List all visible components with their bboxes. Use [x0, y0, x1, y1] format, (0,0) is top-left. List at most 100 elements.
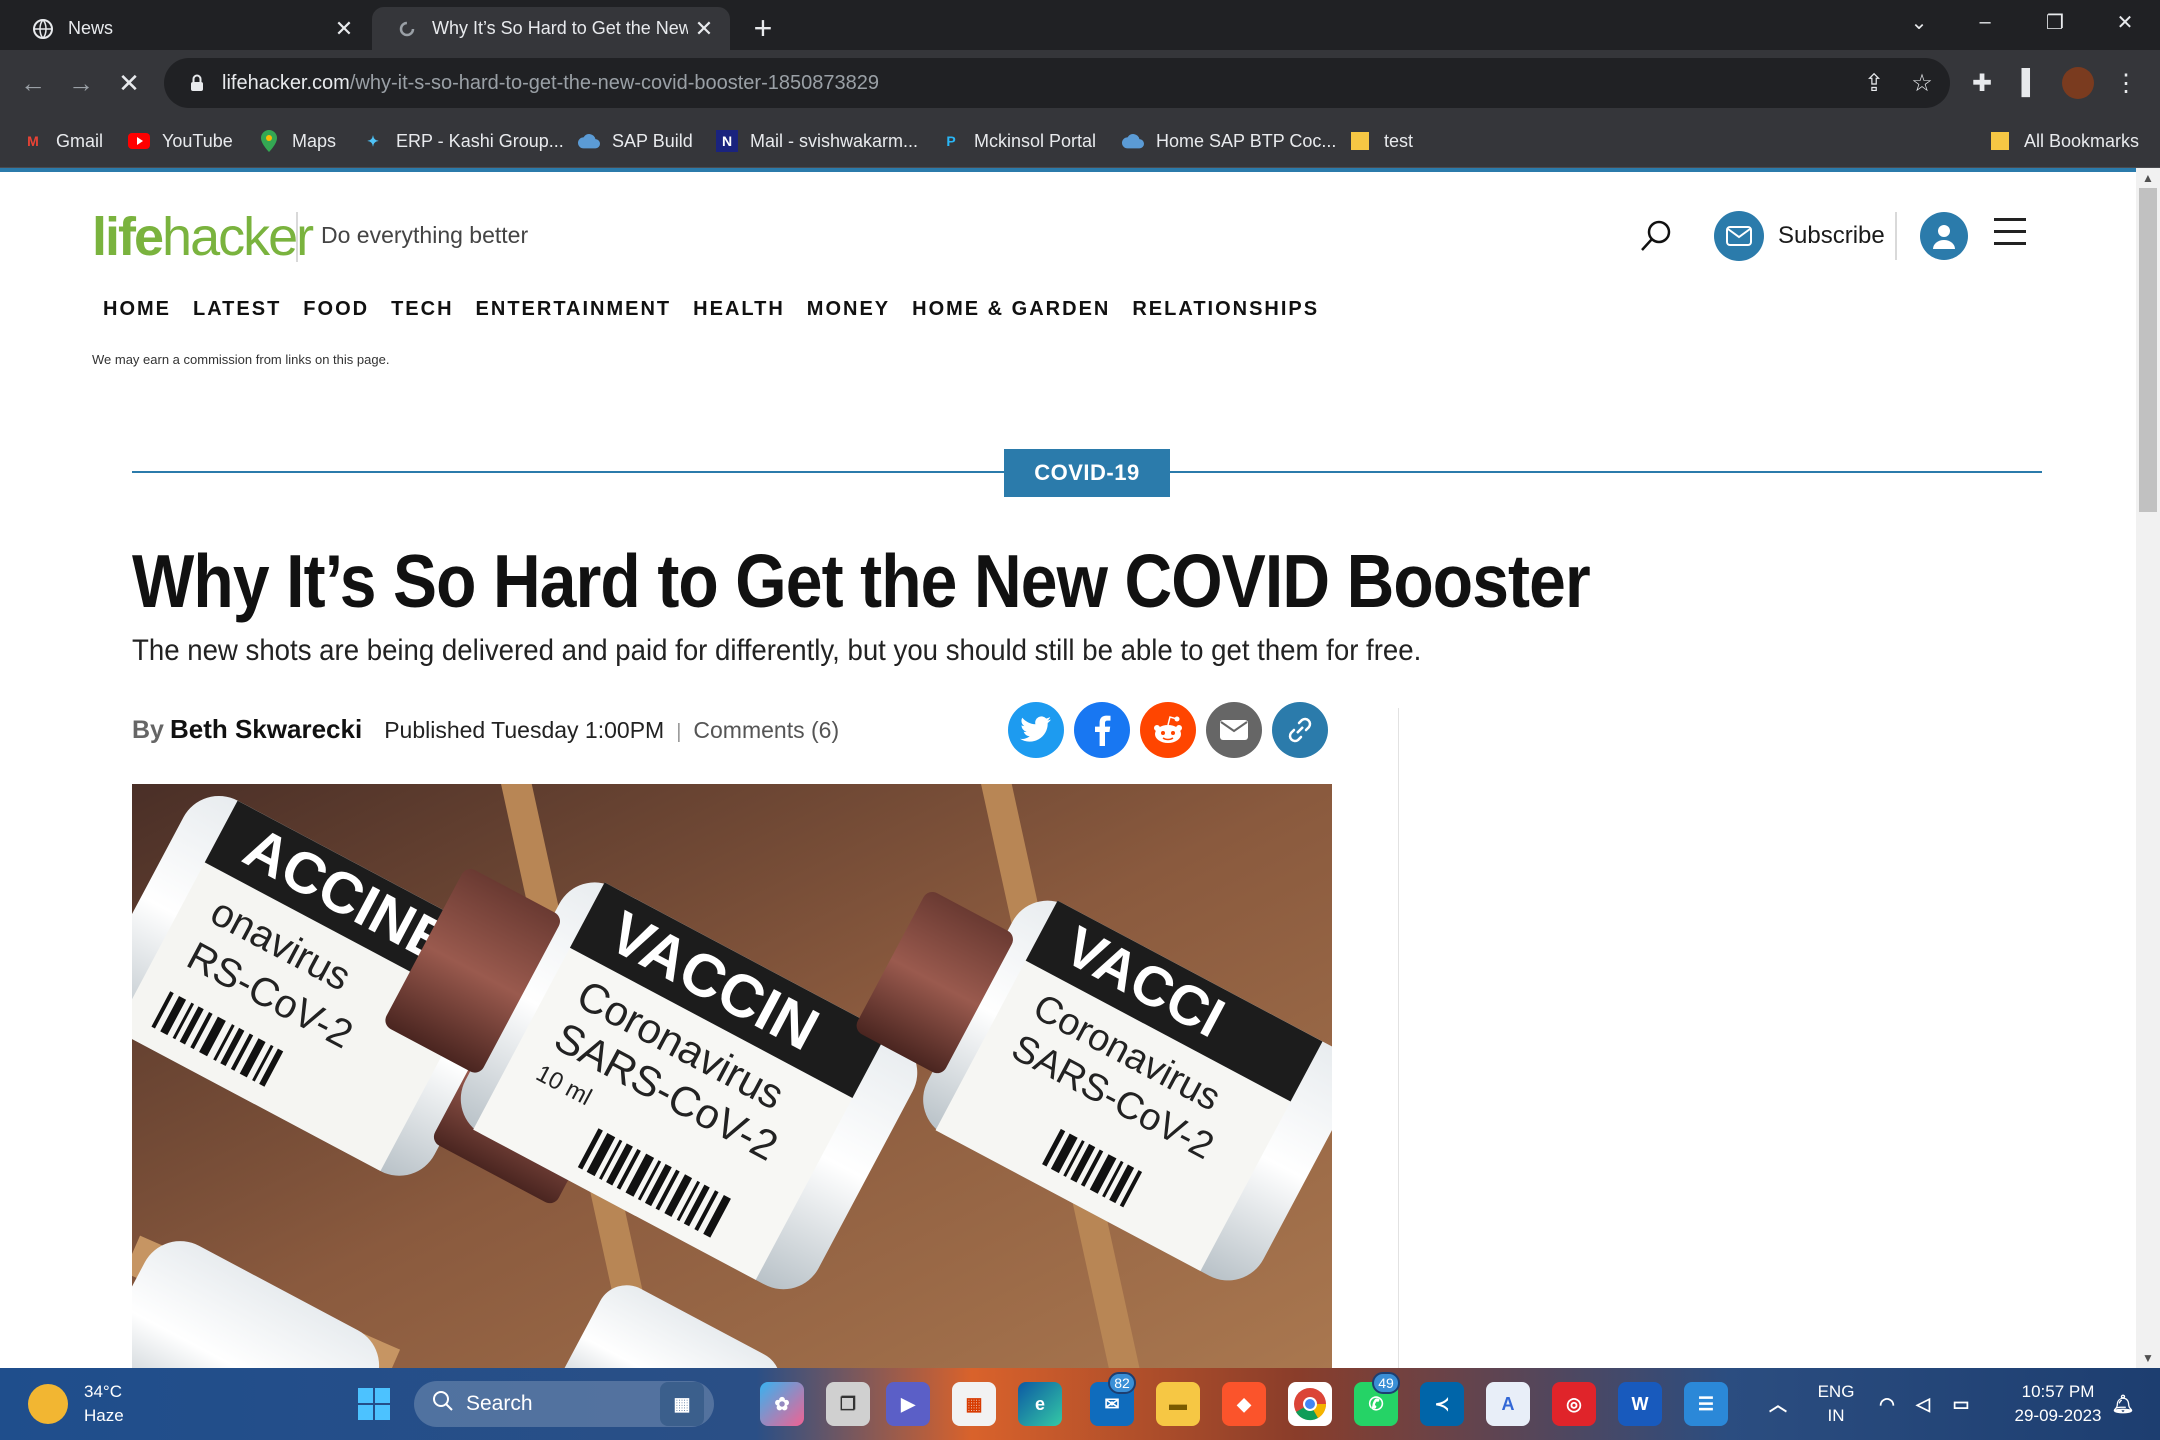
email-icon[interactable]: [1206, 702, 1262, 758]
site-tagline: Do everything better: [321, 222, 529, 248]
close-tab-icon[interactable]: ✕: [328, 13, 360, 45]
menu-hamburger-icon[interactable]: [1994, 218, 2026, 250]
weather-haze-icon: [28, 1384, 68, 1424]
bookmark-test[interactable]: test: [1350, 126, 1413, 156]
scroll-up-arrow-icon[interactable]: ▲: [2136, 168, 2160, 188]
brave-browser-icon[interactable]: ◆: [1222, 1382, 1266, 1426]
vertical-scrollbar[interactable]: ▲ ▼: [2136, 168, 2160, 1368]
tab-article[interactable]: Why It’s So Hard to Get the New ✕: [372, 7, 730, 50]
nav-item-money[interactable]: MONEY: [807, 298, 890, 321]
category-rule: [132, 471, 1004, 473]
divider: [296, 212, 298, 262]
side-panel-icon[interactable]: ▌: [2010, 58, 2050, 108]
scrollbar-thumb[interactable]: [2139, 188, 2157, 512]
address-bar[interactable]: lifehacker.com/why-it-s-so-hard-to-get-t…: [164, 58, 1950, 108]
back-button[interactable]: ←: [12, 62, 54, 104]
close-window-button[interactable]: ✕: [2092, 0, 2158, 44]
bookmark-sap-btp[interactable]: Home SAP BTP Coc...: [1122, 126, 1336, 156]
mail-notification-badge: 82: [1108, 1372, 1136, 1394]
article-headline: Why It’s So Hard to Get the New COVID Bo…: [132, 539, 1591, 623]
edge-browser-icon[interactable]: e: [1018, 1382, 1062, 1426]
minimize-button[interactable]: –: [1952, 0, 2018, 44]
browser-toolbar: ← → ✕ lifehacker.com/why-it-s-so-hard-to…: [0, 50, 2160, 116]
widget-app-icon[interactable]: ▦: [660, 1382, 704, 1426]
nav-item-relationships[interactable]: RELATIONSHIPS: [1132, 298, 1319, 321]
link-icon[interactable]: [1272, 702, 1328, 758]
nav-item-latest[interactable]: LATEST: [193, 298, 281, 321]
tab-title: News: [68, 18, 114, 38]
whatsapp-notification-badge: 49: [1372, 1372, 1400, 1394]
hero-image: ACCINE onavirus RS-CoV-2 VACCIN Coronavi…: [132, 784, 1332, 1368]
nav-item-health[interactable]: HEALTH: [693, 298, 785, 321]
forward-button[interactable]: →: [60, 62, 102, 104]
volume-icon[interactable]: ◁: [1906, 1382, 1940, 1426]
scroll-down-arrow-icon[interactable]: ▼: [2136, 1348, 2160, 1368]
chrome-menu-icon[interactable]: ⋮: [2106, 58, 2146, 108]
lock-icon[interactable]: [182, 74, 212, 92]
nav-item-food[interactable]: FOOD: [303, 298, 369, 321]
nav-item-home[interactable]: HOME: [103, 298, 171, 321]
publish-date: Published Tuesday 1:00PM: [384, 717, 665, 743]
task-view-icon[interactable]: ❐: [826, 1382, 870, 1426]
mckinsol-icon: P: [946, 133, 956, 149]
bookmark-gmail[interactable]: M Gmail: [22, 126, 103, 156]
category-rule: [1170, 471, 2042, 473]
bookmark-erp[interactable]: ✦ ERP - Kashi Group...: [362, 126, 564, 156]
tab-strip: News ✕ Why It’s So Hard to Get the New ✕…: [0, 0, 2160, 50]
bookmark-sap-build[interactable]: SAP Build: [578, 126, 693, 156]
new-tab-button[interactable]: +: [745, 10, 781, 46]
microsoft-store-icon[interactable]: ▦: [952, 1382, 996, 1426]
stop-loading-button[interactable]: ✕: [108, 62, 150, 104]
nav-item-home-garden[interactable]: HOME & GARDEN: [912, 298, 1110, 321]
red-app-icon[interactable]: ◎: [1552, 1382, 1596, 1426]
url-text: lifehacker.com/why-it-s-so-hard-to-get-t…: [222, 71, 879, 94]
subscribe-button[interactable]: Subscribe: [1714, 210, 1885, 262]
wifi-icon[interactable]: ◠: [1870, 1382, 1904, 1426]
battery-icon[interactable]: ▭: [1944, 1382, 1978, 1426]
copilot-preview-icon[interactable]: ✿: [760, 1382, 804, 1426]
teams-meet-icon[interactable]: ▶: [886, 1382, 930, 1426]
windows-start-icon[interactable]: [352, 1382, 396, 1426]
facebook-icon[interactable]: [1074, 702, 1130, 758]
all-bookmarks-folder[interactable]: All Bookmarks: [1990, 126, 2139, 156]
reddit-icon[interactable]: [1140, 702, 1196, 758]
show-hidden-icons-chevron-icon[interactable]: ︿: [1756, 1382, 1800, 1426]
restore-button[interactable]: ❐: [2022, 0, 2088, 44]
extensions-puzzle-icon[interactable]: ✚: [1962, 58, 2002, 108]
envelope-icon: [1714, 211, 1764, 261]
bookmark-maps[interactable]: Maps: [258, 126, 336, 156]
author-link[interactable]: Beth Skwarecki: [170, 714, 362, 745]
share-icon[interactable]: ⇪: [1854, 58, 1894, 108]
bookmark-youtube[interactable]: YouTube: [128, 126, 233, 156]
search-icon[interactable]: [1636, 216, 1676, 256]
android-studio-icon[interactable]: A: [1486, 1382, 1530, 1426]
close-tab-icon[interactable]: ✕: [688, 13, 720, 45]
account-icon[interactable]: [1920, 212, 1968, 260]
twitter-icon[interactable]: [1008, 702, 1064, 758]
chrome-browser-icon[interactable]: [1288, 1382, 1332, 1426]
globe-icon: [32, 18, 54, 40]
erp-icon: ✦: [367, 132, 379, 149]
bookmark-mail[interactable]: N Mail - svishwakarm...: [716, 126, 918, 156]
language-indicator[interactable]: ENG IN: [1812, 1380, 1860, 1428]
weather-widget[interactable]: 34°C Haze: [28, 1380, 124, 1428]
article-subheadline: The new shots are being delivered and pa…: [132, 634, 1422, 667]
profile-avatar[interactable]: [2058, 58, 2098, 108]
nav-item-entertainment[interactable]: ENTERTAINMENT: [476, 298, 672, 321]
comments-link[interactable]: Comments (6): [693, 717, 839, 744]
notepad-icon[interactable]: ☰: [1684, 1382, 1728, 1426]
mail-n-icon: N: [716, 130, 738, 152]
notification-bell-icon[interactable]: 🔔︎: [2106, 1382, 2140, 1426]
category-tag[interactable]: COVID-19: [1004, 449, 1170, 497]
file-explorer-icon[interactable]: ▬: [1156, 1382, 1200, 1426]
tab-news[interactable]: News ✕: [8, 7, 370, 50]
bookmark-star-icon[interactable]: ☆: [1902, 58, 1942, 108]
bookmark-mckinsol[interactable]: P Mckinsol Portal: [940, 126, 1096, 156]
word-icon[interactable]: W: [1618, 1382, 1662, 1426]
nav-item-tech[interactable]: TECH: [391, 298, 453, 321]
bookmarks-bar: M Gmail YouTube Maps ✦ ERP - Kashi Group…: [0, 116, 2160, 168]
vscode-icon[interactable]: ≺: [1420, 1382, 1464, 1426]
lifehacker-logo[interactable]: life hacker: [92, 207, 314, 268]
main-navigation: HOME LATEST FOOD TECH ENTERTAINMENT HEAL…: [92, 298, 1330, 321]
tab-search-chevron-icon[interactable]: ⌄: [1886, 0, 1952, 44]
